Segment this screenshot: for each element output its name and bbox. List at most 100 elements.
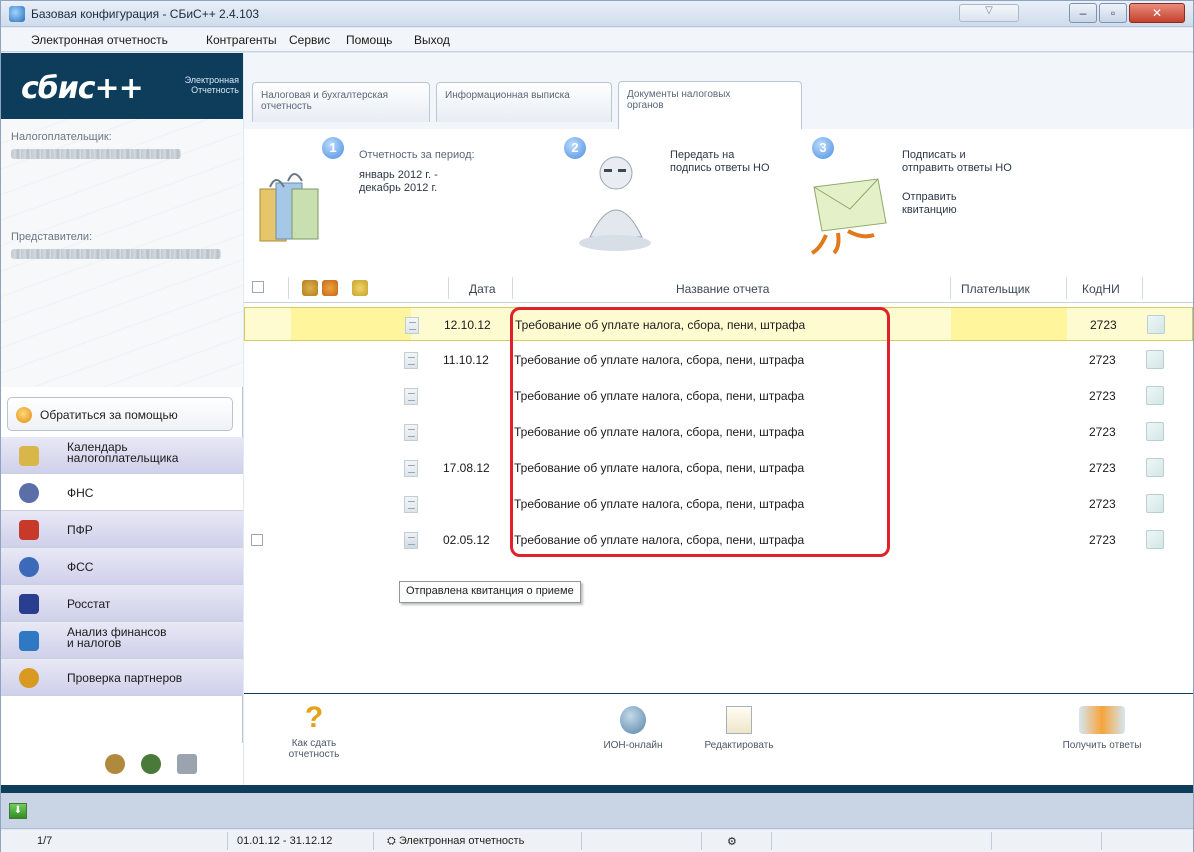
step-3-line2[interactable]: отправить ответы НО	[902, 162, 1012, 175]
step-2-line2[interactable]: подпись ответы НО	[670, 162, 770, 175]
bottom-toolbar: ? Как сдать отчетность ИОН-онлайн Редакт…	[244, 693, 1193, 785]
lifebuoy-icon	[16, 407, 32, 423]
menu-help[interactable]: Помощь	[346, 33, 392, 47]
tab-tax-reporting[interactable]: Налоговая и бухгалтерская отчетность	[252, 82, 430, 122]
column-separator	[950, 277, 951, 299]
column-header-kod[interactable]: КодНИ	[1082, 282, 1120, 296]
menu-e-reporting[interactable]: Электронная отчетность	[31, 33, 168, 47]
certificate-icon[interactable]	[1146, 530, 1164, 549]
document-icon[interactable]	[405, 317, 419, 334]
table-row[interactable]: Требование об уплате налога, сбора, пени…	[244, 415, 1193, 449]
fss-icon	[19, 557, 39, 577]
row-name: Требование об уплате налога, сбора, пени…	[515, 318, 806, 332]
download-icon[interactable]: ⬇	[9, 803, 27, 819]
table-row[interactable]: 17.08.12 Требование об уплате налога, сб…	[244, 451, 1193, 485]
representatives-label: Представители:	[11, 231, 93, 243]
tab-label: Налоговая и бухгалтерская отчетность	[261, 90, 388, 112]
tab-label: Информационная выписка	[445, 90, 570, 101]
ion-online-button[interactable]: ИОН-онлайн	[598, 706, 668, 751]
document-icon[interactable]	[404, 388, 418, 405]
main-pane: Налоговая и бухгалтерская отчетность Инфо…	[244, 53, 1193, 785]
left-panel: сбис++ Электронная Отчетность Налогоплат…	[1, 53, 243, 785]
certificate-icon[interactable]	[1146, 494, 1164, 513]
page-counter: 1/7	[37, 835, 53, 847]
menu-counterparties[interactable]: Контрагенты	[206, 33, 277, 47]
column-header-date[interactable]: Дата	[469, 282, 496, 296]
status-separator	[991, 832, 992, 850]
send-receipt-line2[interactable]: квитанцию	[902, 204, 957, 217]
step-3-line1[interactable]: Подписать и	[902, 149, 966, 162]
row-date: 12.10.12	[444, 318, 491, 332]
period-range[interactable]: 01.01.12 - 31.12.12	[237, 835, 332, 847]
step-2-line1[interactable]: Передать на	[670, 149, 734, 162]
fss-emblem-icon[interactable]	[177, 754, 197, 774]
maximize-button[interactable]: ▫	[1099, 3, 1127, 23]
document-icon[interactable]	[404, 460, 418, 477]
certificate-icon[interactable]	[1146, 350, 1164, 369]
fns-shield-icon[interactable]	[141, 754, 161, 774]
table-row[interactable]: Требование об уплате налога, сбора, пени…	[244, 487, 1193, 521]
sidebar-item-fns[interactable]: ФНС	[1, 474, 243, 511]
tab-tax-authority-documents[interactable]: Документы налоговых органов	[618, 81, 802, 129]
row-kod: 2723	[1089, 533, 1116, 547]
row-checkbox[interactable]	[251, 534, 263, 546]
period-end-link[interactable]: декабрь 2012 г.	[359, 182, 437, 195]
sidebar-item-calendar[interactable]: Календарь налогоплательщика	[1, 437, 243, 474]
close-button[interactable]: ✕	[1129, 3, 1185, 23]
seal-icon[interactable]	[352, 280, 368, 296]
how-to-submit-button[interactable]: ? Как сдать отчетность	[274, 701, 354, 761]
app-icon	[9, 6, 25, 22]
table-row[interactable]: 11.10.12 Требование об уплате налога, сб…	[244, 343, 1193, 377]
sidebar-item-partner-check[interactable]: Проверка партнеров	[1, 659, 243, 696]
ion-online-label: ИОН-онлайн	[603, 740, 663, 751]
sidebar-item-analysis[interactable]: Анализ финансов и налогов	[1, 622, 243, 659]
table-row[interactable]: 12.10.12 Требование об уплате налога, сб…	[244, 307, 1193, 341]
envelope-icon[interactable]	[322, 280, 338, 296]
filter-icon[interactable]	[302, 280, 318, 296]
certificate-icon[interactable]	[1147, 315, 1165, 334]
sidebar-item-pfr[interactable]: ПФР	[1, 511, 243, 548]
certificate-icon[interactable]	[1146, 386, 1164, 405]
row-date: 11.10.12	[443, 353, 489, 367]
sidebar-item-label: ПФР	[67, 523, 93, 537]
menu-service[interactable]: Сервис	[289, 33, 330, 47]
status-separator	[581, 832, 582, 850]
document-icon[interactable]	[404, 424, 418, 441]
certificate-icon[interactable]	[1146, 458, 1164, 477]
menu-exit[interactable]: Выход	[414, 33, 450, 47]
sidebar-item-label-line2: и налогов	[67, 636, 122, 650]
column-header-name[interactable]: Название отчета	[676, 282, 769, 296]
period-start-link[interactable]: январь 2012 г. -	[359, 169, 438, 182]
minimize-button[interactable]: ‒	[1069, 3, 1097, 23]
table-row[interactable]: 02.05.12 Требование об уплате налога, сб…	[244, 523, 1193, 557]
row-kod: 2723	[1089, 461, 1116, 475]
select-all-checkbox[interactable]	[252, 281, 264, 293]
row-date: 17.08.12	[443, 461, 490, 475]
sidebar-item-label-line2: налогоплательщика	[67, 451, 179, 465]
analysis-chart-icon	[19, 631, 39, 651]
sidebar-item-fss[interactable]: ФСС	[1, 548, 243, 585]
column-separator	[288, 277, 289, 299]
send-receipt-line1[interactable]: Отправить	[902, 191, 957, 204]
question-mark-icon: ?	[304, 701, 324, 734]
documents-grid: Дата Название отчета Плательщик КодНИ 12…	[244, 273, 1193, 693]
help-button[interactable]: Обратиться за помощью	[7, 397, 233, 431]
edit-button[interactable]: Редактировать	[694, 706, 784, 751]
step-1-badge: 1	[322, 137, 344, 159]
section-name-label: Электронная отчетность	[398, 835, 525, 847]
document-receipt-icon[interactable]	[404, 532, 418, 549]
sidebar-item-rosstat[interactable]: Росстат	[1, 585, 243, 622]
get-answers-button[interactable]: Получить ответы	[1052, 706, 1152, 751]
signer-illustration	[570, 147, 660, 255]
document-icon[interactable]	[404, 496, 418, 513]
document-icon[interactable]	[404, 352, 418, 369]
edit-pencil-icon	[726, 706, 752, 734]
column-header-payer[interactable]: Плательщик	[961, 282, 1030, 296]
tab-information-statement[interactable]: Информационная выписка	[436, 82, 612, 122]
exchange-envelope-icon	[1079, 706, 1125, 734]
brand-logo: сбис++	[21, 71, 144, 106]
pfr-emblem-icon[interactable]	[105, 754, 125, 774]
status-separator	[227, 832, 228, 850]
certificate-icon[interactable]	[1146, 422, 1164, 441]
table-row[interactable]: Требование об уплате налога, сбора, пени…	[244, 379, 1193, 413]
